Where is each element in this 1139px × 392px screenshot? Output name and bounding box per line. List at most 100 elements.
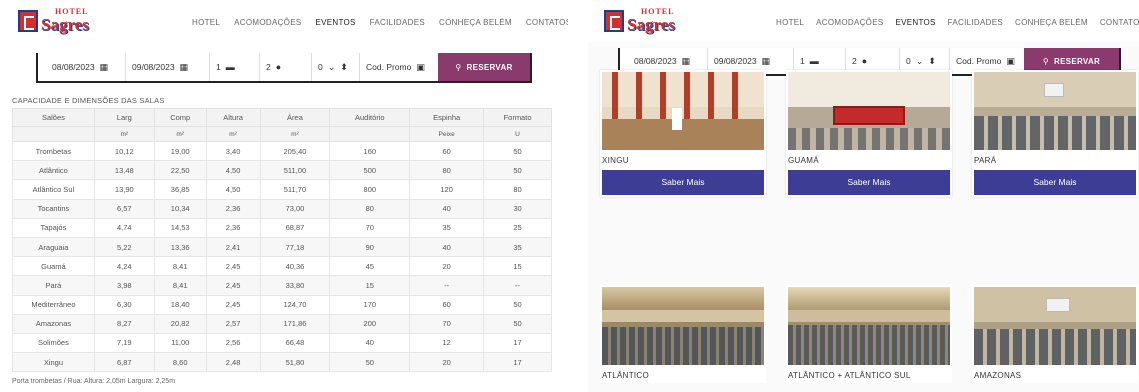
nav-conheca-belem[interactable]: CONHEÇA BELÉM [1015,18,1088,27]
cell-comp: 20,82 [153,313,207,334]
nav-contatos[interactable]: CONTATOS [1100,18,1139,27]
promo-input[interactable]: Cod. Promo [366,62,411,72]
cell-auditorio: 170 [329,294,411,315]
site-header: HOTEL Sagres HOTEL ACOMODAÇÕES EVENTOS F… [588,0,1139,42]
table-header-row: Salões Larg Comp Altura Área Auditório E… [12,108,552,127]
cell-altura: 2,36 [205,198,261,219]
unit-cell [12,126,95,142]
main-nav: HOTEL ACOMODAÇÕES EVENTOS FACILIDADES CO… [192,18,568,27]
nav-facilidades[interactable]: FACILIDADES [948,18,1003,27]
cell-comp: 8,41 [153,256,207,277]
cell-area: 77,18 [259,236,331,258]
cell-comp: 19,00 [153,140,207,162]
promo-field[interactable]: Cod. Promo ▣ [360,53,438,81]
cell-area: 511,70 [259,179,331,200]
rooms-field[interactable]: 1 ▬ [210,53,260,81]
table-row: Araguaia 5,22 13,36 2,41 77,18 90 40 35 [12,236,552,258]
children-field[interactable]: 0 ⌄ ⬍ [312,53,360,81]
cell-comp: 11,00 [153,332,207,354]
unit-cell: m² [153,126,207,142]
cell-comp: 8,41 [153,275,207,296]
nav-acomodacoes[interactable]: ACOMODAÇÕES [816,18,883,27]
room-photo [602,287,764,365]
cell-comp: 10,34 [153,198,207,219]
nav-eventos[interactable]: EVENTOS [895,18,935,27]
room-card-para[interactable]: PARÁ Saber Mais [972,70,1138,197]
cell-larg: 6,87 [93,352,155,373]
panel-divider [568,0,588,392]
user-icon: ● [861,56,868,66]
room-photo [974,72,1136,150]
table-body: Trombetas 10,12 19,00 3,40 205,40 160 60 50 Atlâ… [12,140,552,373]
header-larg: Larg [93,108,155,127]
nav-conheca-belem[interactable]: CONHEÇA BELÉM [439,18,512,27]
unit-cell: U [483,126,552,142]
cell-espinha: 35 [409,217,485,238]
cell-salao: Xingu [12,352,95,373]
cell-espinha: 20 [409,352,485,373]
table-row: Solimões 7,19 11,00 2,56 66,48 40 12 17 [12,332,552,354]
children-value: 0 [906,56,911,66]
nav-hotel[interactable]: HOTEL [192,18,220,27]
nav-acomodacoes[interactable]: ACOMODAÇÕES [234,18,301,27]
unit-cell: m² [259,126,331,142]
room-card-xingu[interactable]: XINGU Saber Mais [600,70,766,197]
cell-larg: 6,30 [93,294,155,315]
room-name: XINGU [602,156,629,165]
unit-cell [329,126,411,142]
reserve-button[interactable]: ⚲ RESERVAR [438,53,530,81]
cell-espinha: 80 [409,160,485,181]
cell-altura: 2,41 [205,236,261,258]
room-card-amazonas[interactable]: AMAZONAS [972,285,1138,383]
cell-salao: Tocantins [12,198,95,219]
cell-salao: Solimões [12,332,95,354]
cell-larg: 3,98 [93,275,155,296]
booking-bar: 08/08/2023 ▦ 09/08/2023 ▦ 1 ▬ 2 ● 0 ⌄ ⬍ … [36,53,532,83]
checkout-field[interactable]: 09/08/2023 ▦ [126,53,210,81]
cell-larg: 4,24 [93,256,155,277]
saber-mais-button[interactable]: Saber Mais [788,170,950,195]
hotel-logo[interactable]: HOTEL Sagres [604,8,675,33]
unit-cell: Peixe [409,126,485,142]
header-comp: Comp [153,108,207,127]
cell-altura: 2,45 [205,275,261,296]
cell-espinha: 40 [409,198,485,219]
room-card-atlantico-sul[interactable]: ATLÂNTICO + ATLÂNTICO SUL [786,285,952,383]
main-nav: HOTEL ACOMODAÇÕES EVENTOS FACILIDADES CO… [776,18,1139,27]
nav-facilidades[interactable]: FACILIDADES [370,18,425,27]
cell-altura: 3,40 [205,140,261,162]
cell-altura: 2,36 [205,217,261,238]
nav-hotel[interactable]: HOTEL [776,18,804,27]
saber-mais-button[interactable]: Saber Mais [602,170,764,195]
header-saloes: Salões [12,108,95,127]
nav-contatos[interactable]: CONTATOS [526,18,568,27]
cell-altura: 2,48 [205,352,261,373]
room-photo [788,287,950,365]
cell-auditorio: 40 [329,332,411,354]
cell-espinha: -- [409,275,485,296]
cell-formato: -- [483,275,552,296]
cell-formato: 50 [483,160,552,181]
cell-auditorio: 160 [329,140,411,162]
room-card-atlantico[interactable]: ATLÂNTICO [600,285,766,383]
cell-salao: Tapajós [12,217,95,238]
adults-field[interactable]: 2 ● [260,53,312,81]
room-card-guama[interactable]: GUAMÁ Saber Mais [786,70,952,197]
checkin-field[interactable]: 08/08/2023 ▦ [38,53,126,81]
cell-espinha: 70 [409,313,485,334]
hotel-logo[interactable]: HOTEL Sagres [18,8,89,33]
cell-area: 66,48 [259,332,331,354]
cell-comp: 13,36 [153,236,207,258]
cell-auditorio: 50 [329,352,411,373]
calendar-icon: ▦ [99,61,109,72]
cell-formato: 50 [483,313,552,334]
cell-comp: 36,85 [153,179,207,200]
room-photo [602,72,764,150]
room-name: ATLÂNTICO + ATLÂNTICO SUL [788,371,911,380]
nav-eventos[interactable]: EVENTOS [315,18,355,27]
cell-area: 171,86 [259,313,331,334]
left-panel: HOTEL Sagres HOTEL ACOMODAÇÕES EVENTOS F… [0,0,568,392]
promo-input[interactable]: Cod. Promo [956,56,1001,66]
saber-mais-button[interactable]: Saber Mais [974,170,1136,195]
cell-comp: 14,53 [153,217,207,238]
